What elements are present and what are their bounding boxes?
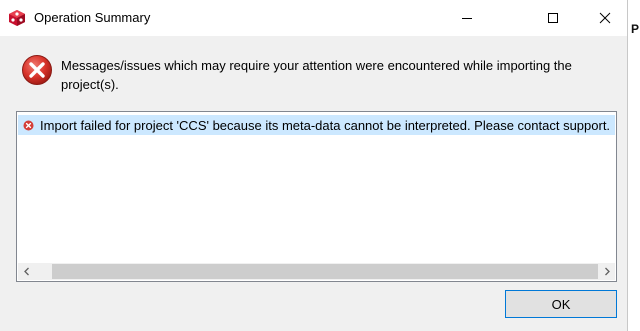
chevron-left-icon — [23, 267, 29, 276]
operation-summary-dialog: Operation Summary Messages/issues which … — [0, 0, 628, 331]
minimize-button[interactable] — [444, 0, 490, 36]
maximize-icon — [548, 13, 558, 23]
ok-button[interactable]: OK — [505, 290, 617, 318]
chevron-right-icon — [604, 267, 610, 276]
close-button[interactable] — [582, 0, 628, 36]
issues-list[interactable]: Import failed for project 'CCS' because … — [16, 111, 617, 282]
minimize-icon — [462, 18, 472, 19]
scroll-right-button[interactable] — [598, 263, 615, 280]
issue-text: Import failed for project 'CCS' because … — [40, 117, 611, 133]
scroll-thumb[interactable] — [52, 264, 598, 279]
scroll-left-button[interactable] — [18, 263, 35, 280]
error-small-icon — [23, 120, 34, 130]
summary-message: Messages/issues which may require your a… — [61, 58, 572, 92]
error-icon — [22, 55, 52, 85]
background-partial-text: P — [630, 22, 639, 36]
list-item[interactable]: Import failed for project 'CCS' because … — [18, 115, 615, 135]
app-cube-icon — [9, 10, 25, 26]
horizontal-scrollbar[interactable] — [18, 263, 615, 280]
background-window-strip: P — [627, 0, 640, 331]
title-bar[interactable]: Operation Summary — [0, 0, 627, 36]
maximize-button[interactable] — [530, 0, 576, 36]
close-icon — [599, 12, 611, 24]
dialog-title: Operation Summary — [34, 10, 151, 25]
